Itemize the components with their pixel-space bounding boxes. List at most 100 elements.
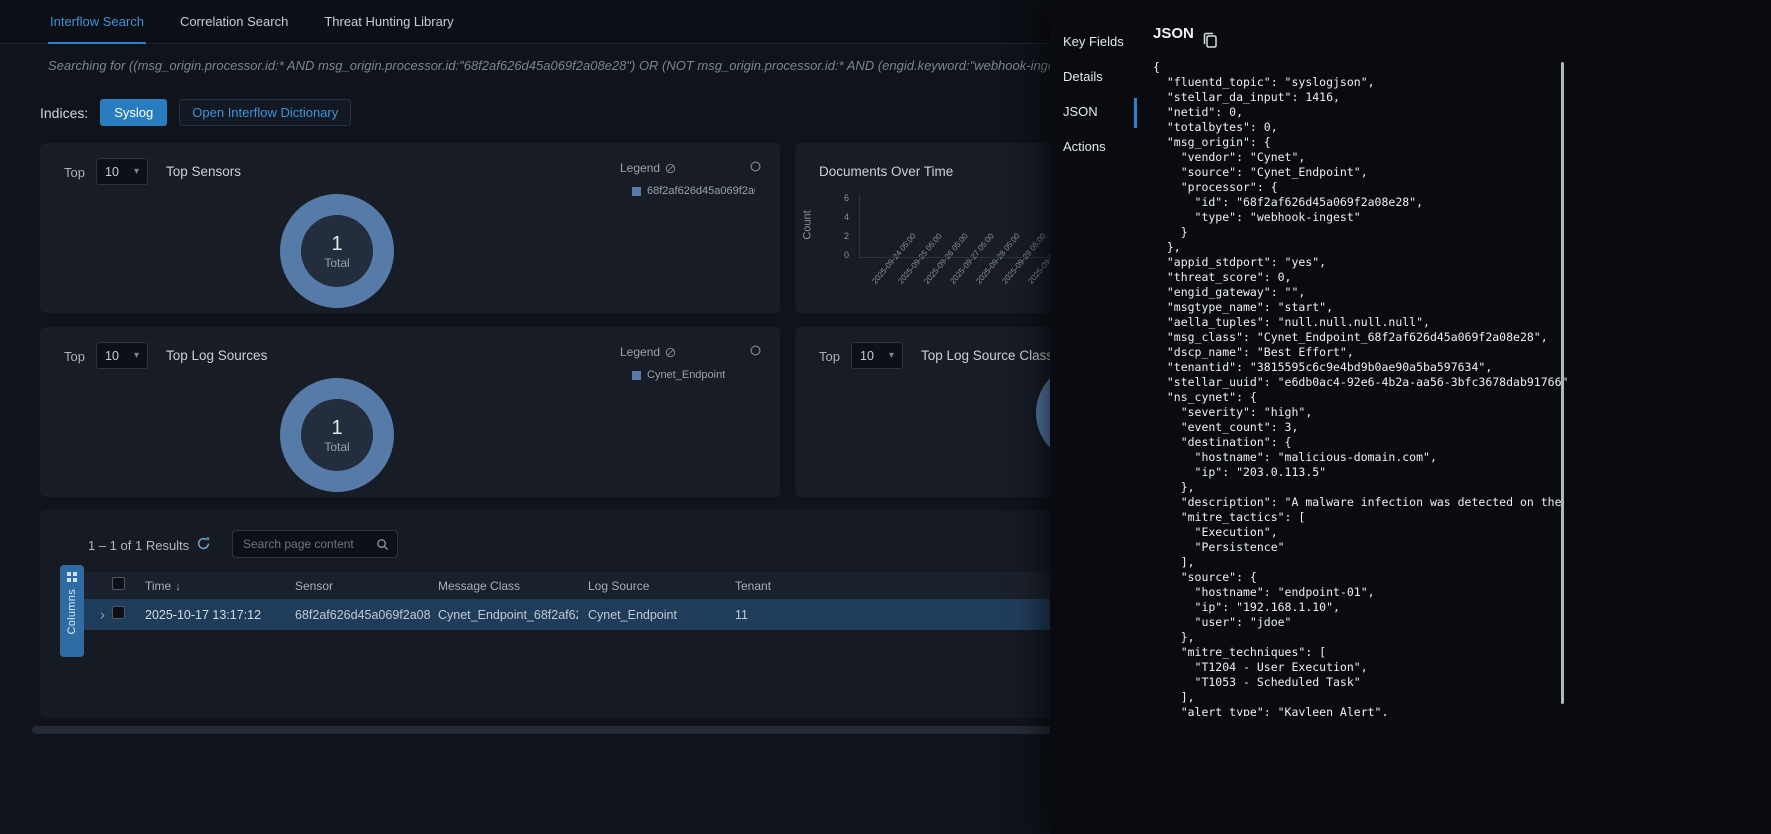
syslog-index-button[interactable]: Syslog [100,99,167,126]
legend-toggle[interactable]: Legend [620,345,676,359]
json-line: "msg_origin": { [1153,135,1568,150]
legend-item-sensor[interactable]: 68f2af626d45a069f2a08e28 [632,185,755,197]
detail-tab-json[interactable]: JSON [1063,104,1098,119]
json-line: { [1153,60,1568,75]
cell-tenant: 11 [735,608,748,622]
json-line: "hostname": "malicious-domain.com", [1153,450,1568,465]
json-line: "source": { [1153,570,1568,585]
row-checkbox[interactable] [112,606,125,619]
panel-options-icon[interactable] [750,161,761,172]
legend-label: Legend [620,345,660,359]
copy-json-icon[interactable] [1202,31,1218,49]
json-line: }, [1153,480,1568,495]
json-line: ], [1153,555,1568,570]
columns-button-label: Columns [66,589,78,635]
json-line: "fluentd_topic": "syslogjson", [1153,75,1568,90]
json-line: } [1153,225,1568,240]
tab-interflow-search[interactable]: Interflow Search [48,0,146,43]
json-line: "threat_score": 0, [1153,270,1568,285]
y-tick: 2 [844,231,849,243]
legend-swatch [632,371,641,380]
json-line: "event_count": 3, [1153,420,1568,435]
detail-tab-details[interactable]: Details [1063,69,1103,84]
row-expand-icon[interactable]: › [100,607,105,622]
tab-correlation-search[interactable]: Correlation Search [178,0,290,43]
json-viewer[interactable]: { "fluentd_topic": "syslogjson", "stella… [1140,60,1568,716]
vertical-scrollbar[interactable] [1561,62,1564,704]
chevron-down-icon: ▾ [889,350,894,361]
legend-item-label: 68f2af626d45a069f2a08e28 [647,185,755,197]
legend-swatch [632,187,641,196]
top-label: Top [64,349,85,364]
json-line: ], [1153,690,1568,705]
panel-title: Documents Over Time [819,164,953,179]
detail-tab-actions[interactable]: Actions [1063,139,1106,154]
grid-icon [67,572,77,582]
legend-hide-icon [665,163,676,174]
json-line: "stellar_uuid": "e6db0ac4-92e6-4b2a-aa56… [1153,375,1568,390]
json-line: "msg_class": "Cynet_Endpoint_68f2af626d4… [1153,330,1568,345]
json-line: "totalbytes": 0, [1153,120,1568,135]
indices-label: Indices: [40,105,88,121]
json-line: "type": "webhook-ingest" [1153,210,1568,225]
top-label: Top [64,165,85,180]
search-input[interactable] [241,536,370,552]
y-axis-line [859,195,860,257]
columns-button[interactable]: Columns [60,565,84,657]
column-header-tenant[interactable]: Tenant [735,579,771,593]
json-line: "source": "Cynet_Endpoint", [1153,165,1568,180]
sort-descending-icon: ↓ [175,581,181,593]
legend-item-label: Cynet_Endpoint [647,369,725,381]
panel-options-icon[interactable] [750,345,761,356]
top-log-sources-panel: Top 10 ▾ Top Log Sources Legend Cynet_En… [40,327,780,497]
cell-log-source: Cynet_Endpoint [588,608,723,622]
json-line: "ip": "203.0.113.5" [1153,465,1568,480]
json-line: "engid_gateway": "", [1153,285,1568,300]
json-line: "vendor": "Cynet", [1153,150,1568,165]
chevron-down-icon: ▾ [134,166,139,177]
select-value: 10 [860,349,874,363]
donut-center: 1 Total [301,399,373,471]
legend-label: Legend [620,161,660,175]
panel-title: Top Sensors [166,164,241,179]
app-root: Interflow Search Correlation Search Thre… [0,0,1771,834]
json-line: "mitre_techniques": [ [1153,645,1568,660]
json-line: "destination": { [1153,435,1568,450]
donut-total-value: 1 [331,233,342,256]
json-line: }, [1153,240,1568,255]
select-all-checkbox[interactable] [112,577,125,590]
json-line: "ns_cynet": { [1153,390,1568,405]
json-line: "description": "A malware infection was … [1153,495,1568,510]
legend-toggle[interactable]: Legend [620,161,676,175]
open-interflow-dictionary-button[interactable]: Open Interflow Dictionary [179,99,351,126]
top-sensors-donut-chart[interactable]: 1 Total [280,194,394,308]
cell-message-class: Cynet_Endpoint_68f2af626d45a069f2a08e28 [438,608,578,622]
json-line: "user": "jdoe" [1153,615,1568,630]
active-tab-indicator [1134,98,1137,128]
column-header-message-class[interactable]: Message Class [438,579,578,593]
cell-time: 2025-10-17 13:17:12 [145,608,261,622]
top-log-source-classes-count-select[interactable]: 10 ▾ [851,342,903,369]
json-line: "id": "68f2af626d45a069f2a08e28", [1153,195,1568,210]
column-header-sensor[interactable]: Sensor [295,579,430,593]
top-log-sources-donut-chart[interactable]: 1 Total [280,378,394,492]
legend-item-log-source[interactable]: Cynet_Endpoint [632,369,725,381]
horizontal-scrollbar[interactable] [32,726,1052,734]
top-log-sources-count-select[interactable]: 10 ▾ [96,342,148,369]
tab-threat-hunting-library[interactable]: Threat Hunting Library [322,0,455,43]
refresh-icon[interactable] [196,536,212,552]
column-header-log-source[interactable]: Log Source [588,579,723,593]
json-line: "processor": { [1153,180,1568,195]
top-sensors-count-select[interactable]: 10 ▾ [96,158,148,185]
page-search-box [232,530,398,558]
detail-tab-key-fields[interactable]: Key Fields [1063,34,1124,49]
json-line: "ip": "192.168.1.10", [1153,600,1568,615]
select-value: 10 [105,349,119,363]
y-tick: 6 [844,193,849,205]
column-header-time[interactable]: Time↓ [145,579,181,593]
json-line: "msgtype_name": "start", [1153,300,1568,315]
y-axis-ticks: 6420 [831,193,849,262]
json-line: "T1204 - User Execution", [1153,660,1568,675]
y-tick: 4 [844,212,849,224]
json-line: "alert_type": "Kayleen Alert", [1153,705,1568,716]
